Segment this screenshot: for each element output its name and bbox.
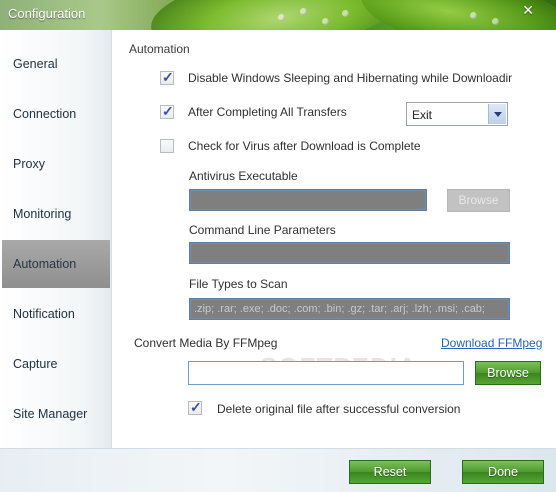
disable-sleep-checkbox[interactable]: ✓ bbox=[160, 69, 174, 85]
checkmark-icon: ✓ bbox=[162, 69, 174, 85]
reset-button[interactable]: Reset bbox=[349, 460, 431, 484]
ffmpeg-browse-button[interactable]: Browse bbox=[475, 361, 541, 385]
delete-original-checkbox[interactable]: ✓ bbox=[188, 399, 202, 415]
delete-original-label: Delete original file after successful co… bbox=[217, 402, 461, 416]
virus-check-label: Check for Virus after Download is Comple… bbox=[188, 139, 421, 153]
footer-bar: Reset Done bbox=[0, 448, 556, 492]
selected-action: Exit bbox=[412, 108, 433, 122]
sidebar-item-notification[interactable]: Notification bbox=[2, 290, 110, 338]
settings-sidebar: General Connection Proxy Monitoring Auto… bbox=[0, 30, 112, 448]
automation-panel: Automation ✓ Disable Windows Sleeping an… bbox=[112, 30, 556, 448]
checkmark-icon: ✓ bbox=[190, 399, 202, 415]
done-button[interactable]: Done bbox=[462, 460, 544, 484]
sidebar-item-connection[interactable]: Connection bbox=[2, 90, 110, 138]
antivirus-label: Antivirus Executable bbox=[189, 169, 298, 183]
sidebar-item-monitoring[interactable]: Monitoring bbox=[2, 190, 110, 238]
close-icon[interactable]: ✕ bbox=[522, 2, 534, 19]
disable-sleep-label: Disable Windows Sleeping and Hibernating… bbox=[188, 71, 513, 85]
filetypes-value: .zip; .rar; .exe; .doc; .com; .bin; .gz;… bbox=[194, 303, 485, 315]
download-ffmpeg-link[interactable]: Download FFMpeg bbox=[441, 336, 542, 350]
after-transfers-label: After Completing All Transfers bbox=[188, 105, 347, 119]
chevron-down-icon[interactable] bbox=[488, 104, 506, 124]
section-title: Automation bbox=[129, 42, 190, 56]
water-drop bbox=[322, 18, 329, 25]
sidebar-item-site-manager[interactable]: Site Manager bbox=[2, 390, 110, 438]
ffmpeg-path-input[interactable] bbox=[188, 361, 464, 385]
sidebar-item-automation[interactable]: Automation bbox=[2, 240, 110, 288]
after-transfers-action-select[interactable]: Exit bbox=[406, 102, 508, 126]
window-title: Configuration bbox=[8, 6, 86, 21]
water-drop bbox=[342, 10, 349, 17]
sidebar-item-general[interactable]: General bbox=[2, 40, 110, 88]
water-drop bbox=[300, 8, 307, 15]
water-drop bbox=[492, 18, 499, 25]
ffmpeg-label: Convert Media By FFMpeg bbox=[134, 336, 278, 350]
cmdline-label: Command Line Parameters bbox=[189, 223, 336, 237]
sidebar-item-capture[interactable]: Capture bbox=[2, 340, 110, 388]
water-drop bbox=[278, 14, 285, 21]
antivirus-path-field[interactable] bbox=[189, 189, 427, 211]
sidebar-item-proxy[interactable]: Proxy bbox=[2, 140, 110, 188]
water-drop bbox=[470, 12, 477, 19]
checkmark-icon: ✓ bbox=[162, 103, 174, 119]
virus-check-checkbox[interactable] bbox=[160, 139, 174, 153]
cmdline-field[interactable] bbox=[189, 242, 510, 264]
after-transfers-checkbox[interactable]: ✓ bbox=[160, 103, 174, 119]
filetypes-label: File Types to Scan bbox=[189, 277, 288, 291]
filetypes-field[interactable]: .zip; .rar; .exe; .doc; .com; .bin; .gz;… bbox=[189, 298, 510, 320]
title-bar: Configuration ✕ bbox=[0, 0, 556, 30]
antivirus-browse-button[interactable]: Browse bbox=[447, 189, 510, 212]
